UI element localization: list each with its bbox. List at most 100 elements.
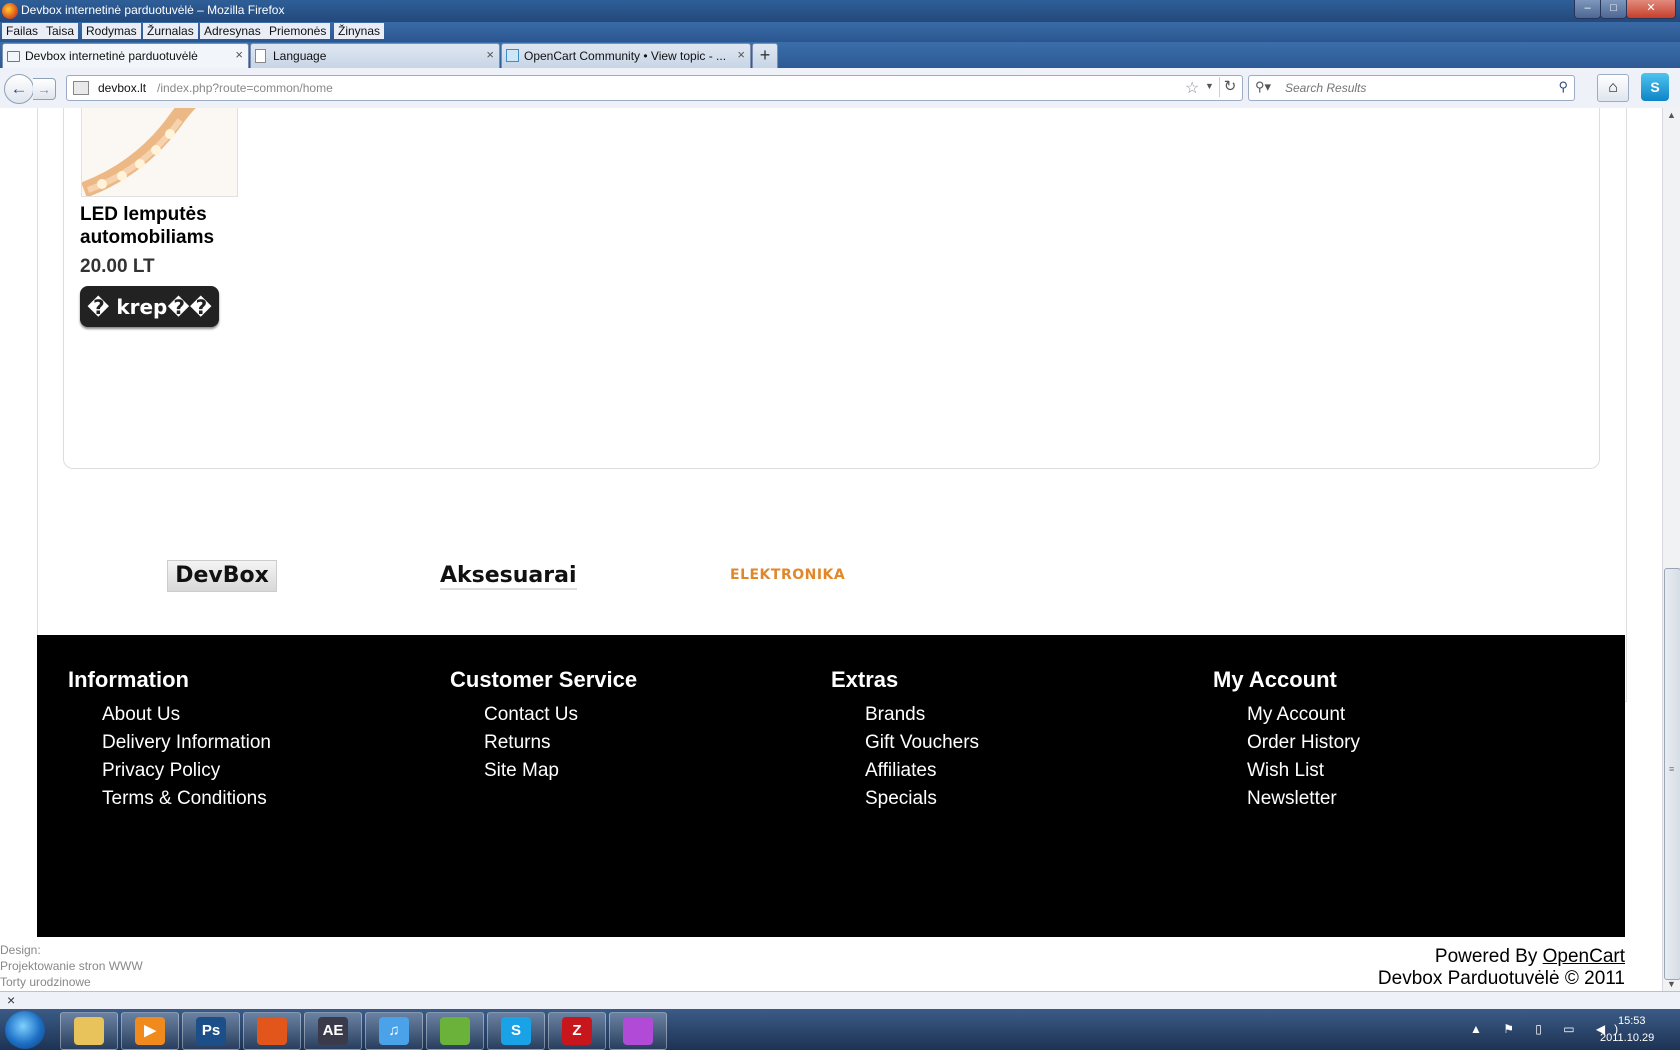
footer-link-delivery-information[interactable]: Delivery Information: [102, 729, 271, 757]
menu-rodymas[interactable]: Rodymas: [82, 23, 141, 39]
footer-link-wish-list[interactable]: Wish List: [1247, 757, 1360, 785]
brand-logo-elektronika[interactable]: ELEKTRONIKA: [730, 567, 845, 583]
page-container: LED lemputės automobiliams 20.00 LT � kr…: [37, 108, 1627, 702]
after-effects-icon: AE: [318, 1017, 348, 1045]
search-engine-icon[interactable]: ⚲▾: [1255, 79, 1271, 95]
taskbar-button[interactable]: [243, 1012, 301, 1050]
new-tab-button[interactable]: +: [752, 43, 778, 69]
bookmark-star-icon[interactable]: ☆: [1185, 78, 1199, 98]
tab-bar: Devbox internetinė parduotuvėlė × Langua…: [0, 42, 1680, 69]
url-history-dropdown-icon[interactable]: ▼: [1205, 81, 1214, 91]
product-image[interactable]: [81, 108, 238, 197]
taskbar-button[interactable]: ♫: [365, 1012, 423, 1050]
tab-devbox[interactable]: Devbox internetinė parduotuvėlė ×: [2, 43, 249, 68]
scroll-down-arrow-icon[interactable]: ▼: [1667, 979, 1676, 989]
close-button[interactable]: ✕: [1626, 0, 1676, 19]
forward-button[interactable]: →: [33, 78, 56, 100]
address-bar[interactable]: devbox.lt /index.php?route=common/home ☆…: [66, 75, 1243, 101]
cart-icon: [7, 51, 20, 62]
footer-link-about-us[interactable]: About Us: [102, 701, 271, 729]
url-host: devbox.lt: [98, 81, 147, 95]
taskbar-button[interactable]: [60, 1012, 118, 1050]
start-button[interactable]: [5, 1011, 45, 1049]
scroll-up-arrow-icon[interactable]: ▲: [1667, 110, 1676, 120]
status-bar: ×: [0, 991, 1680, 1010]
footer-link-gift-vouchers[interactable]: Gift Vouchers: [865, 729, 979, 757]
taskbar-button[interactable]: S: [487, 1012, 545, 1050]
menu-zurnalas[interactable]: Žurnalas: [143, 23, 198, 39]
footer-link-order-history[interactable]: Order History: [1247, 729, 1360, 757]
close-tab-icon[interactable]: ×: [737, 47, 745, 62]
menu-zinynas[interactable]: Žinynas: [334, 23, 385, 39]
powered-by: Powered By OpenCart Devbox Parduotuvėlė …: [1378, 946, 1625, 990]
media-player-icon: ▶: [135, 1017, 165, 1045]
notes-app-icon: [623, 1017, 653, 1045]
design-credit: Design: Projektowanie stron WWW Torty ur…: [0, 942, 143, 990]
menu-failas[interactable]: Failas: [2, 23, 43, 39]
taskbar-button[interactable]: AE: [304, 1012, 362, 1050]
footer-link-my-account[interactable]: My Account: [1247, 701, 1360, 729]
footer-link-terms-conditions[interactable]: Terms & Conditions: [102, 785, 271, 813]
footer-column-information: Information About Us Delivery Informatio…: [68, 667, 271, 813]
footer-link-brands[interactable]: Brands: [865, 701, 979, 729]
clock-date[interactable]: 2011.10.29: [1600, 1032, 1654, 1044]
add-to-cart-button[interactable]: � krep��: [80, 286, 219, 327]
taskbar-button[interactable]: ▶: [121, 1012, 179, 1050]
footer-link-privacy-policy[interactable]: Privacy Policy: [102, 757, 271, 785]
footer-column-customer-service: Customer Service Contact Us Returns Site…: [450, 667, 637, 785]
firefox-icon: [257, 1017, 287, 1045]
home-button[interactable]: ⌂: [1597, 74, 1629, 102]
maximize-button[interactable]: □: [1600, 0, 1627, 19]
product-price: 20.00 LT: [80, 256, 155, 277]
footer-column-my-account: My Account My Account Order History Wish…: [1213, 667, 1360, 813]
window-title: Devbox internetinė parduotuvėlė – Mozill…: [21, 3, 285, 17]
skype-addon-icon[interactable]: S: [1641, 73, 1669, 101]
taskbar-button[interactable]: [609, 1012, 667, 1050]
tab-label: Language: [273, 49, 327, 63]
led-strip-image: [82, 108, 237, 196]
reload-icon[interactable]: ↻: [1219, 77, 1240, 97]
back-button[interactable]: ←: [4, 74, 34, 104]
vertical-scrollbar[interactable]: ▲ ≡ ▼: [1662, 108, 1680, 991]
footer-link-newsletter[interactable]: Newsletter: [1247, 785, 1360, 813]
menu-adresynas[interactable]: Adresynas: [200, 23, 265, 39]
tab-language[interactable]: Language ×: [250, 43, 500, 68]
store-copyright: Devbox Parduotuvėlė © 2011: [1377, 968, 1625, 989]
design-link-torty[interactable]: Torty urodzinowe: [0, 974, 143, 990]
navigation-toolbar: ← → devbox.lt /index.php?route=common/ho…: [0, 68, 1680, 109]
footer-heading: Extras: [831, 667, 899, 692]
search-bar[interactable]: ⚲▾ ⚲: [1248, 75, 1575, 101]
itunes-icon: ♫: [379, 1017, 409, 1045]
footer-heading: Information: [68, 667, 189, 692]
footer-link-contact-us[interactable]: Contact Us: [484, 701, 637, 729]
product-name-link[interactable]: LED lemputės automobiliams: [80, 203, 260, 249]
brand-logo-devbox[interactable]: DevBox: [167, 560, 277, 592]
tab-label: OpenCart Community • View topic - ...: [524, 49, 727, 63]
clock-time[interactable]: 15:53: [1618, 1015, 1646, 1027]
close-tab-icon[interactable]: ×: [486, 47, 494, 62]
tab-opencart-community[interactable]: OpenCart Community • View topic - ... ×: [501, 43, 751, 68]
brand-logo-aksesuarai[interactable]: Aksesuarai: [440, 563, 577, 590]
site-identity-icon[interactable]: [73, 81, 89, 95]
footer-link-affiliates[interactable]: Affiliates: [865, 757, 979, 785]
minimize-button[interactable]: ‒: [1574, 0, 1601, 19]
frog-app-icon: [440, 1017, 470, 1045]
taskbar-button[interactable]: Ps: [182, 1012, 240, 1050]
footer-link-returns[interactable]: Returns: [484, 729, 637, 757]
search-input[interactable]: [1283, 80, 1537, 96]
close-addon-bar-icon[interactable]: ×: [7, 992, 15, 1008]
scrollbar-thumb[interactable]: ≡: [1664, 568, 1680, 980]
skype-icon: S: [501, 1017, 531, 1045]
menu-priemones[interactable]: Priemonės: [265, 23, 331, 39]
design-link-projektowanie[interactable]: Projektowanie stron WWW: [0, 958, 143, 974]
menu-taisa[interactable]: Taisa: [42, 23, 79, 39]
footer-link-site-map[interactable]: Site Map: [484, 757, 637, 785]
photoshop-icon: Ps: [196, 1017, 226, 1045]
opencart-link[interactable]: OpenCart: [1543, 946, 1625, 967]
taskbar-button[interactable]: Z: [548, 1012, 606, 1050]
search-icon[interactable]: ⚲: [1558, 79, 1568, 95]
taskbar-button[interactable]: [426, 1012, 484, 1050]
close-tab-icon[interactable]: ×: [235, 47, 243, 62]
footer-link-specials[interactable]: Specials: [865, 785, 979, 813]
menu-bar: Failas Taisa Rodymas Žurnalas Adresynas …: [0, 22, 1680, 42]
